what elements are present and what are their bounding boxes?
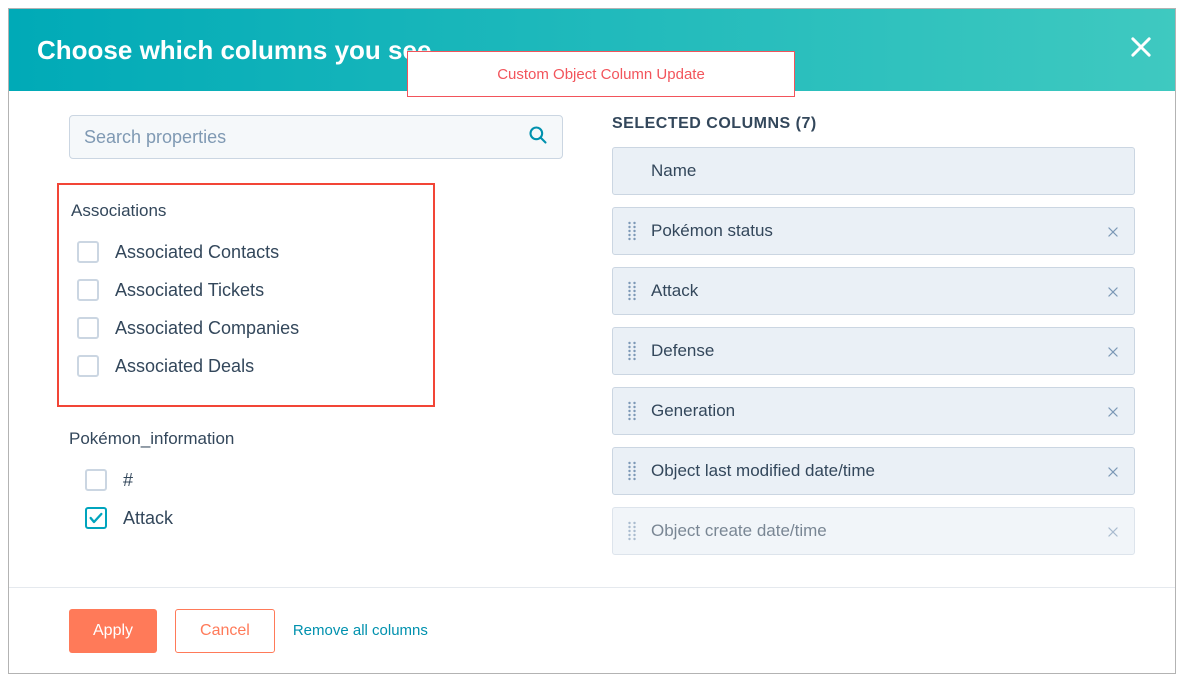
- apply-button[interactable]: Apply: [69, 609, 157, 653]
- drag-handle-icon[interactable]: [627, 460, 637, 482]
- remove-column-icon[interactable]: [1106, 284, 1120, 298]
- drag-handle-icon[interactable]: [627, 520, 637, 542]
- selected-column-item[interactable]: Object create date/time: [612, 507, 1135, 555]
- selected-column-label: Defense: [651, 341, 1106, 361]
- group-title-associations: Associations: [71, 201, 415, 221]
- search-field-wrap[interactable]: [69, 115, 563, 159]
- association-label: Associated Tickets: [115, 280, 264, 301]
- associations-highlight-box: Associations Associated Contacts Associat…: [57, 183, 435, 407]
- pokemon-info-checkbox-row[interactable]: Attack: [85, 499, 564, 537]
- association-checkbox-row[interactable]: Associated Companies: [77, 309, 415, 347]
- selected-column-item[interactable]: Pokémon status: [612, 207, 1135, 255]
- column-picker-dialog: Choose which columns you see Custom Obje…: [8, 8, 1176, 674]
- checkbox-icon[interactable]: [77, 279, 99, 301]
- remove-all-columns-link[interactable]: Remove all columns: [293, 622, 428, 639]
- selected-column-label: Name: [651, 161, 1120, 181]
- remove-column-icon[interactable]: [1106, 224, 1120, 238]
- annotation-callout: Custom Object Column Update: [407, 51, 795, 97]
- checkbox-icon[interactable]: [85, 507, 107, 529]
- remove-column-icon[interactable]: [1106, 404, 1120, 418]
- remove-column-icon[interactable]: [1106, 464, 1120, 478]
- drag-handle-icon[interactable]: [627, 340, 637, 362]
- selected-column-label: Pokémon status: [651, 221, 1106, 241]
- selected-columns-list: Name Pokémon status Attack Defense Generatio…: [612, 147, 1135, 555]
- association-checkbox-row[interactable]: Associated Tickets: [77, 271, 415, 309]
- selected-column-item[interactable]: Attack: [612, 267, 1135, 315]
- search-input[interactable]: [84, 127, 528, 148]
- dialog-title: Choose which columns you see: [37, 35, 431, 66]
- annotation-text: Custom Object Column Update: [497, 66, 705, 83]
- selected-columns-title: SELECTED COLUMNS (7): [612, 115, 1135, 133]
- selected-column-item[interactable]: Defense: [612, 327, 1135, 375]
- association-checkbox-row[interactable]: Associated Deals: [77, 347, 415, 385]
- checkbox-icon[interactable]: [77, 241, 99, 263]
- selected-column-label: Generation: [651, 401, 1106, 421]
- pokemon-info-label: #: [123, 470, 133, 491]
- selected-column-item[interactable]: Generation: [612, 387, 1135, 435]
- cancel-button[interactable]: Cancel: [175, 609, 275, 653]
- selected-column-item[interactable]: Object last modified date/time: [612, 447, 1135, 495]
- remove-column-icon[interactable]: [1106, 524, 1120, 538]
- dialog-body: Associations Associated Contacts Associat…: [9, 91, 1175, 639]
- close-icon[interactable]: [1127, 33, 1155, 66]
- search-icon[interactable]: [528, 125, 548, 150]
- dialog-footer: Apply Cancel Remove all columns: [9, 587, 1175, 673]
- group-title-pokemon-info: Pokémon_information: [69, 429, 564, 449]
- drag-handle-icon[interactable]: [627, 400, 637, 422]
- checkbox-icon[interactable]: [85, 469, 107, 491]
- drag-handle-icon[interactable]: [627, 220, 637, 242]
- selected-column-item: Name: [612, 147, 1135, 195]
- pokemon-info-checkbox-row[interactable]: #: [85, 461, 564, 499]
- selected-column-label: Attack: [651, 281, 1106, 301]
- association-label: Associated Companies: [115, 318, 299, 339]
- checkbox-icon[interactable]: [77, 317, 99, 339]
- drag-handle-icon[interactable]: [627, 280, 637, 302]
- available-properties-panel: Associations Associated Contacts Associat…: [9, 91, 564, 639]
- checkbox-icon[interactable]: [77, 355, 99, 377]
- pokemon-info-label: Attack: [123, 508, 173, 529]
- selected-column-label: Object create date/time: [651, 521, 1106, 541]
- association-checkbox-row[interactable]: Associated Contacts: [77, 233, 415, 271]
- association-label: Associated Deals: [115, 356, 254, 377]
- selected-column-label: Object last modified date/time: [651, 461, 1106, 481]
- selected-columns-panel: SELECTED COLUMNS (7) Name Pokémon status A…: [564, 91, 1175, 639]
- remove-column-icon[interactable]: [1106, 344, 1120, 358]
- association-label: Associated Contacts: [115, 242, 279, 263]
